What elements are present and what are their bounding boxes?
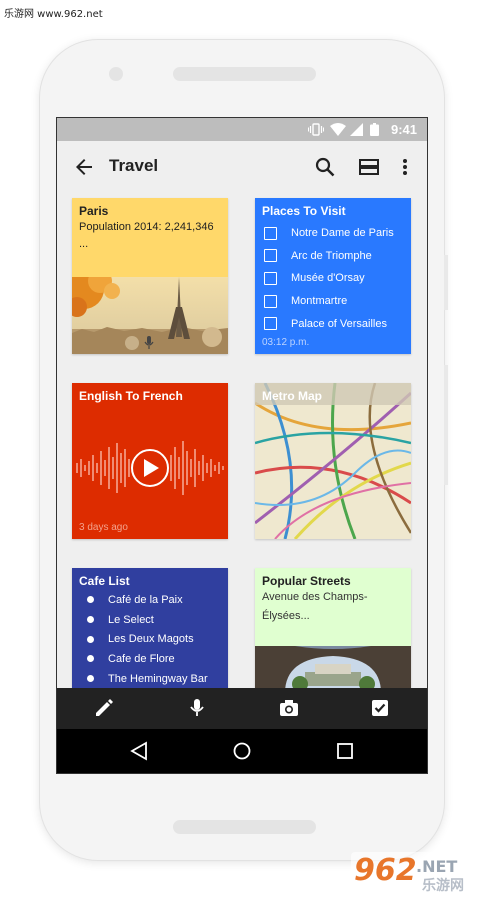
card-title: Paris bbox=[79, 204, 109, 218]
bullet-icon bbox=[87, 596, 94, 604]
streets-photo bbox=[255, 646, 411, 693]
wifi-icon bbox=[330, 123, 346, 136]
play-icon[interactable] bbox=[141, 459, 161, 477]
mic-icon[interactable] bbox=[186, 697, 208, 719]
bullet-icon bbox=[87, 675, 94, 683]
checklist-item[interactable]: Notre Dame de Paris bbox=[255, 222, 411, 245]
list-item: Le Select bbox=[72, 610, 228, 630]
list-item: Cafe de Flore bbox=[72, 649, 228, 669]
note-card-paris[interactable]: Paris Population 2014: 2,241,346 ... bbox=[72, 198, 228, 354]
back-triangle-icon[interactable] bbox=[130, 741, 148, 761]
card-ellipsis: ... bbox=[79, 238, 89, 250]
side-button bbox=[444, 365, 448, 485]
arrow-back-icon[interactable] bbox=[72, 155, 96, 179]
app-bar: Travel bbox=[57, 141, 427, 193]
view-toggle-icon[interactable] bbox=[357, 155, 381, 179]
card-title: Cafe List bbox=[79, 574, 130, 588]
pencil-icon[interactable] bbox=[93, 697, 115, 719]
screen: 9:41 Travel Paris Population 2014: 2,241… bbox=[56, 117, 428, 774]
search-icon[interactable] bbox=[313, 155, 337, 179]
note-card-popular-streets[interactable]: Popular Streets Avenue des Champs-Élysée… bbox=[255, 568, 411, 693]
checkbox-icon[interactable] bbox=[264, 226, 277, 240]
bottom-speaker bbox=[173, 820, 316, 834]
checklist-item[interactable]: Montmartre bbox=[255, 290, 411, 313]
note-card-english-french[interactable]: English To French 3 days ago bbox=[72, 383, 228, 539]
svg-text:962: 962 bbox=[354, 853, 417, 888]
signal-icon bbox=[350, 123, 363, 136]
svg-text:乐游网: 乐游网 bbox=[422, 877, 464, 894]
card-title: Popular Streets bbox=[262, 574, 351, 588]
page-title: Travel bbox=[109, 156, 159, 175]
mic-icon bbox=[144, 336, 154, 349]
brand-watermark-logo: 962 .NET 乐游网 bbox=[350, 848, 486, 896]
checkbox-icon[interactable] bbox=[264, 271, 277, 285]
card-footer: 3 days ago bbox=[79, 522, 128, 533]
card-text: Avenue des Champs-Élysées... bbox=[262, 591, 368, 622]
checklist-label: Arc de Triomphe bbox=[291, 249, 372, 262]
list-item: Café de la Paix bbox=[72, 590, 228, 610]
list-item: The Hemingway Bar bbox=[72, 669, 228, 689]
side-button bbox=[444, 255, 448, 310]
card-title: Metro Map bbox=[262, 389, 322, 403]
checklist-label: Montmartre bbox=[291, 295, 348, 308]
list-item-label: Le Select bbox=[108, 613, 154, 626]
checkbox-icon[interactable] bbox=[264, 249, 277, 263]
bullet-icon bbox=[87, 635, 94, 643]
checklist-label: Palace of Versailles bbox=[291, 317, 387, 330]
vibrate-icon bbox=[308, 123, 324, 136]
checkbox-icon[interactable] bbox=[369, 697, 391, 719]
recents-square-icon[interactable] bbox=[336, 741, 354, 761]
card-title: Places To Visit bbox=[262, 204, 346, 218]
system-nav-bar bbox=[57, 729, 427, 773]
front-camera bbox=[109, 67, 123, 81]
home-circle-icon[interactable] bbox=[232, 741, 252, 761]
card-timestamp: 03:12 p.m. bbox=[262, 337, 310, 348]
list-item: Les Deux Magots bbox=[72, 629, 228, 649]
list-item-label: Cafe de Flore bbox=[108, 652, 175, 665]
checklist-label: Notre Dame de Paris bbox=[291, 227, 394, 240]
camera-icon[interactable] bbox=[278, 697, 300, 719]
svg-text:.NET: .NET bbox=[416, 857, 457, 876]
checkbox-icon[interactable] bbox=[264, 317, 277, 331]
checkbox-icon[interactable] bbox=[264, 294, 277, 308]
watermark-top-text: 乐游网 www.962.net bbox=[4, 9, 103, 20]
earpiece-speaker bbox=[173, 67, 316, 81]
status-bar: 9:41 bbox=[57, 118, 427, 141]
card-text: Population 2014: 2,241,346 bbox=[79, 221, 214, 233]
metro-map-image bbox=[255, 383, 411, 539]
checklist-item[interactable]: Palace of Versailles bbox=[255, 312, 411, 335]
note-card-places[interactable]: Places To Visit Notre Dame de Paris Arc … bbox=[255, 198, 411, 354]
list-item-label: The Hemingway Bar bbox=[108, 672, 208, 685]
status-time: 9:41 bbox=[390, 122, 417, 137]
list-item-label: Les Deux Magots bbox=[108, 633, 194, 646]
list-item-label: Café de la Paix bbox=[108, 593, 183, 606]
brand-logo-icon: 962 .NET 乐游网 bbox=[351, 852, 485, 894]
bullet-icon bbox=[87, 616, 94, 624]
checklist-item[interactable]: Musée d'Orsay bbox=[255, 267, 411, 290]
bullet-icon bbox=[87, 655, 94, 663]
more-vert-icon[interactable] bbox=[393, 155, 417, 179]
bottom-action-bar bbox=[57, 688, 427, 729]
checklist-label: Musée d'Orsay bbox=[291, 272, 365, 285]
note-card-metro-map[interactable]: Metro Map bbox=[255, 383, 411, 539]
card-title: English To French bbox=[79, 389, 183, 403]
battery-icon bbox=[370, 123, 379, 136]
checklist-item[interactable]: Arc de Triomphe bbox=[255, 245, 411, 268]
note-card-cafe-list[interactable]: Cafe List Café de la Paix Le Select Les … bbox=[72, 568, 228, 693]
